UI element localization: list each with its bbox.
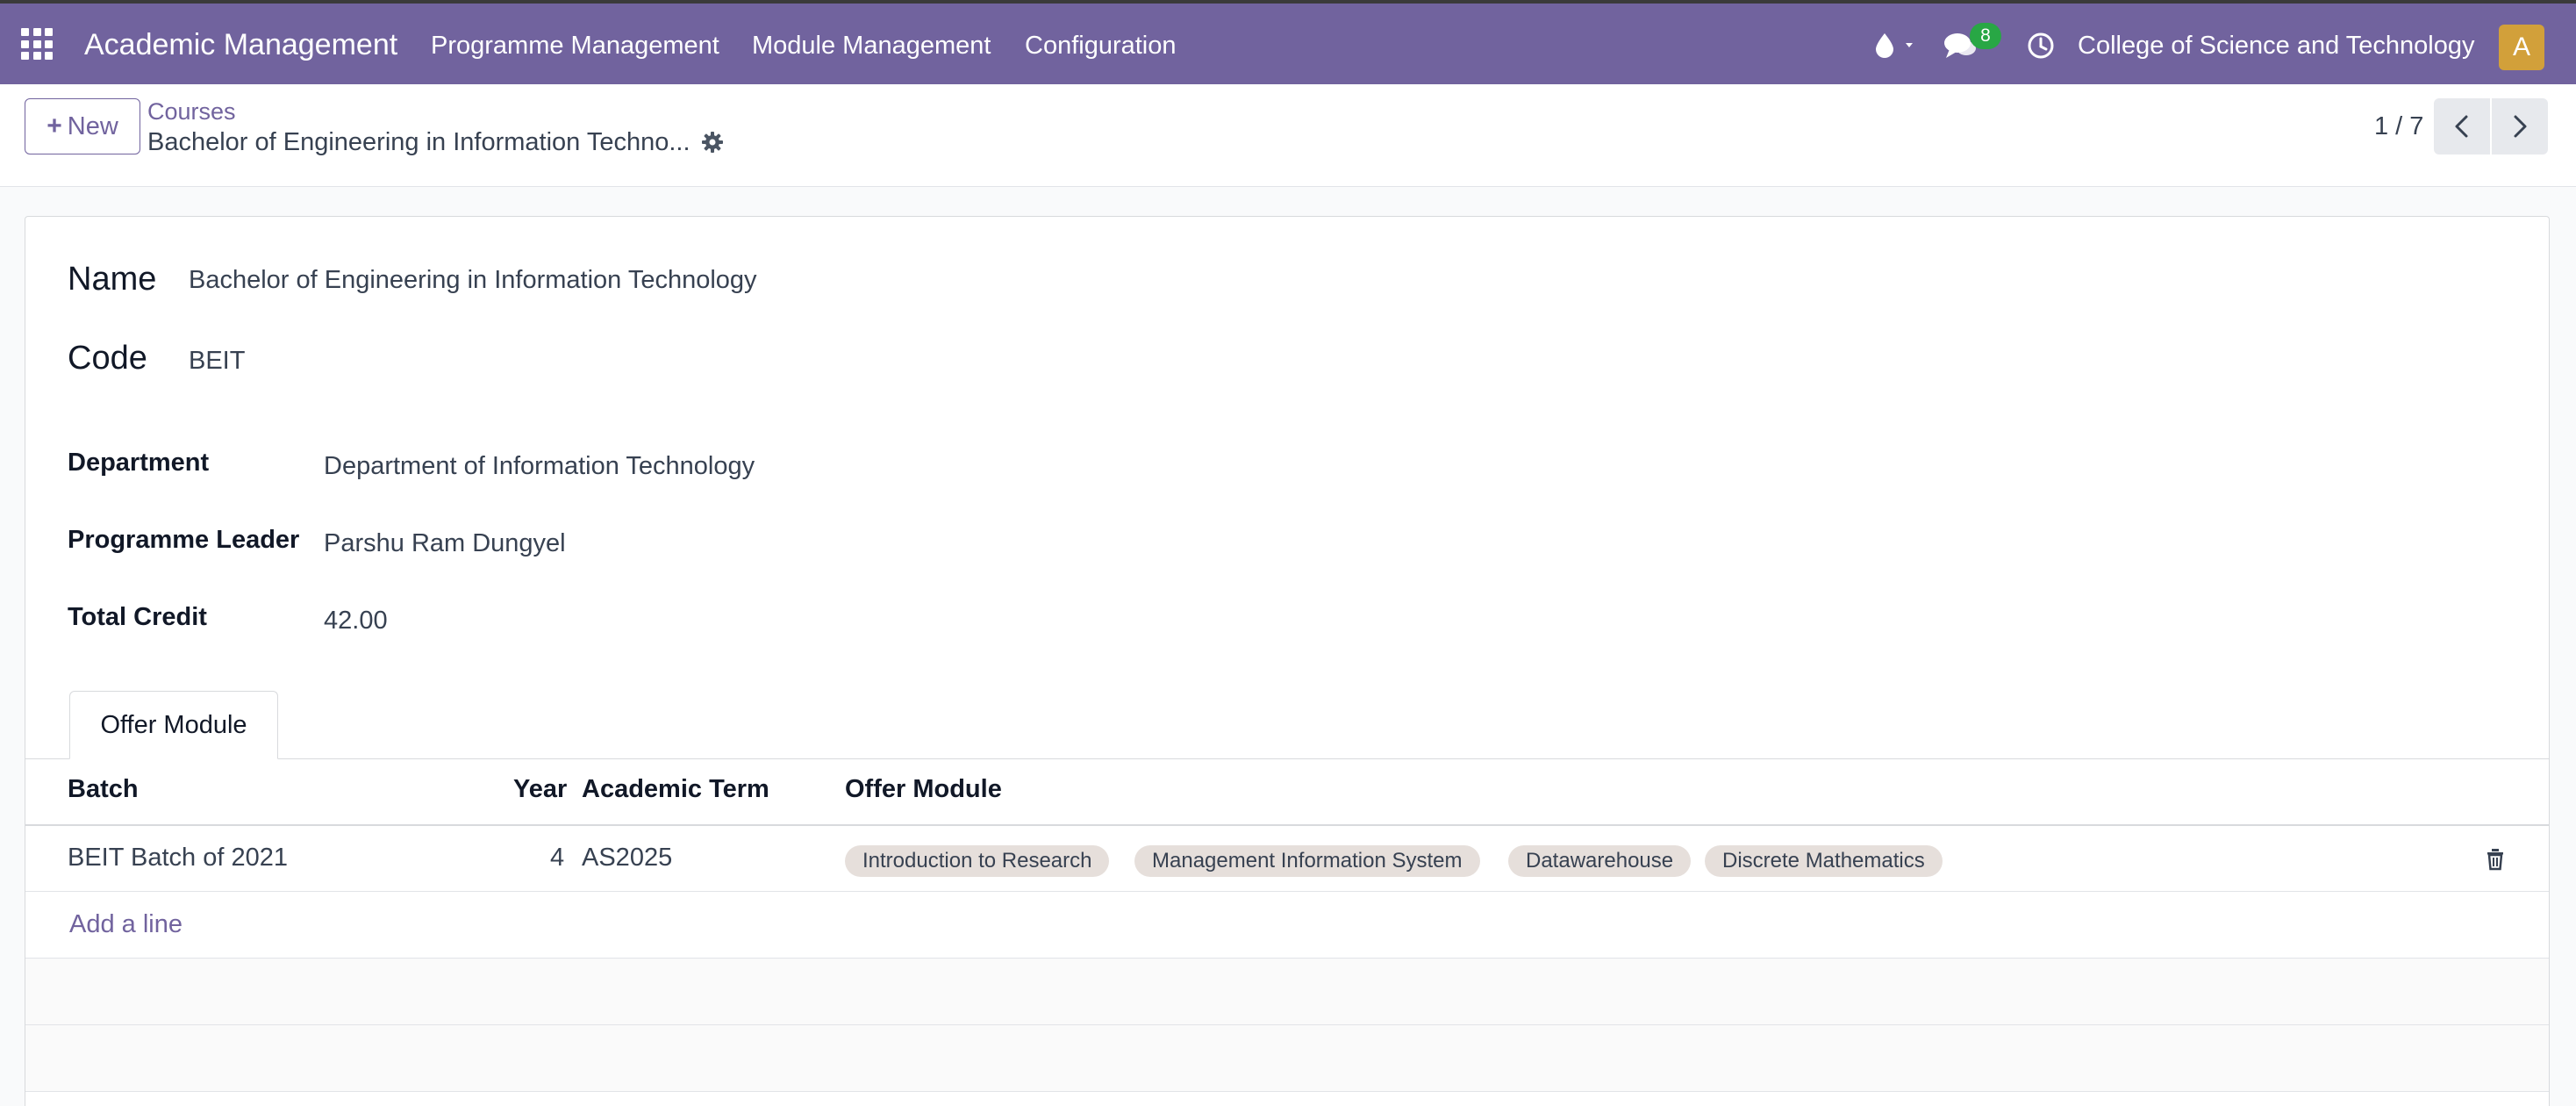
user-avatar[interactable]: A <box>2499 25 2544 70</box>
add-line-link[interactable]: Add a line <box>69 910 182 939</box>
menu-programme-management[interactable]: Programme Management <box>431 32 719 61</box>
programme-leader-field[interactable]: Parshu Ram Dungyel <box>324 529 566 558</box>
code-field[interactable]: BEIT <box>189 347 245 376</box>
row-divider <box>25 891 2549 892</box>
row-divider <box>25 1091 2549 1092</box>
breadcrumb-current-record: Bachelor of Engineering in Information T… <box>147 128 691 156</box>
chevron-right-icon <box>2514 115 2527 138</box>
menu-configuration[interactable]: Configuration <box>1025 32 1177 61</box>
pager-next-button[interactable] <box>2492 98 2548 154</box>
cell-academic-term[interactable]: AS2025 <box>582 844 672 873</box>
app-title[interactable]: Academic Management <box>84 28 397 62</box>
form-sheet: Name Bachelor of Engineering in Informat… <box>25 216 2550 1106</box>
apps-menu-icon[interactable] <box>21 28 53 60</box>
module-tag[interactable]: Datawarehouse <box>1508 845 1692 877</box>
programme-leader-label: Programme Leader <box>68 526 300 554</box>
tab-divider <box>25 758 2549 759</box>
module-tag[interactable]: Discrete Mathematics <box>1705 845 1943 877</box>
control-panel: + New Courses Bachelor of Engineering in… <box>0 84 2576 187</box>
total-credit-label: Total Credit <box>68 603 207 631</box>
name-label: Name <box>68 261 157 298</box>
cell-batch[interactable]: BEIT Batch of 2021 <box>68 844 288 873</box>
empty-row <box>25 959 2549 1025</box>
name-field[interactable]: Bachelor of Engineering in Information T… <box>189 266 757 295</box>
activity-clock-icon[interactable] <box>2027 32 2055 60</box>
pager-previous-button[interactable] <box>2434 98 2490 154</box>
header-divider <box>25 824 2549 826</box>
tab-offer-module[interactable]: Offer Module <box>69 691 278 759</box>
breadcrumb-courses-link[interactable]: Courses <box>147 98 236 126</box>
column-header-year[interactable]: Year <box>513 775 567 804</box>
column-header-offer-module[interactable]: Offer Module <box>845 775 1002 804</box>
total-credit-field: 42.00 <box>324 607 388 635</box>
module-tag[interactable]: Management Information System <box>1134 845 1480 877</box>
trash-icon[interactable] <box>2482 845 2508 872</box>
module-tag[interactable]: Introduction to Research <box>845 845 1110 877</box>
department-field[interactable]: Department of Information Technology <box>324 452 755 481</box>
cell-year[interactable]: 4 <box>550 844 564 873</box>
top-navbar: Academic Management Programme Management… <box>0 0 2576 84</box>
pager-value[interactable]: 1 / 7 <box>2374 112 2423 141</box>
message-count-badge: 8 <box>1970 23 2001 49</box>
department-label: Department <box>68 449 210 477</box>
column-header-batch[interactable]: Batch <box>68 775 139 804</box>
new-button-label: New <box>67 111 118 140</box>
chevron-left-icon <box>2455 115 2468 138</box>
new-button[interactable]: + New <box>25 98 140 154</box>
column-header-academic-term[interactable]: Academic Term <box>582 775 769 804</box>
gear-icon[interactable] <box>700 130 725 154</box>
debug-droplet-icon[interactable] <box>1872 30 1921 61</box>
empty-row <box>25 1025 2549 1092</box>
plus-icon: + <box>47 111 62 140</box>
menu-module-management[interactable]: Module Management <box>752 32 991 61</box>
company-switcher[interactable]: College of Science and Technology <box>2078 32 2475 61</box>
code-label: Code <box>68 340 147 377</box>
